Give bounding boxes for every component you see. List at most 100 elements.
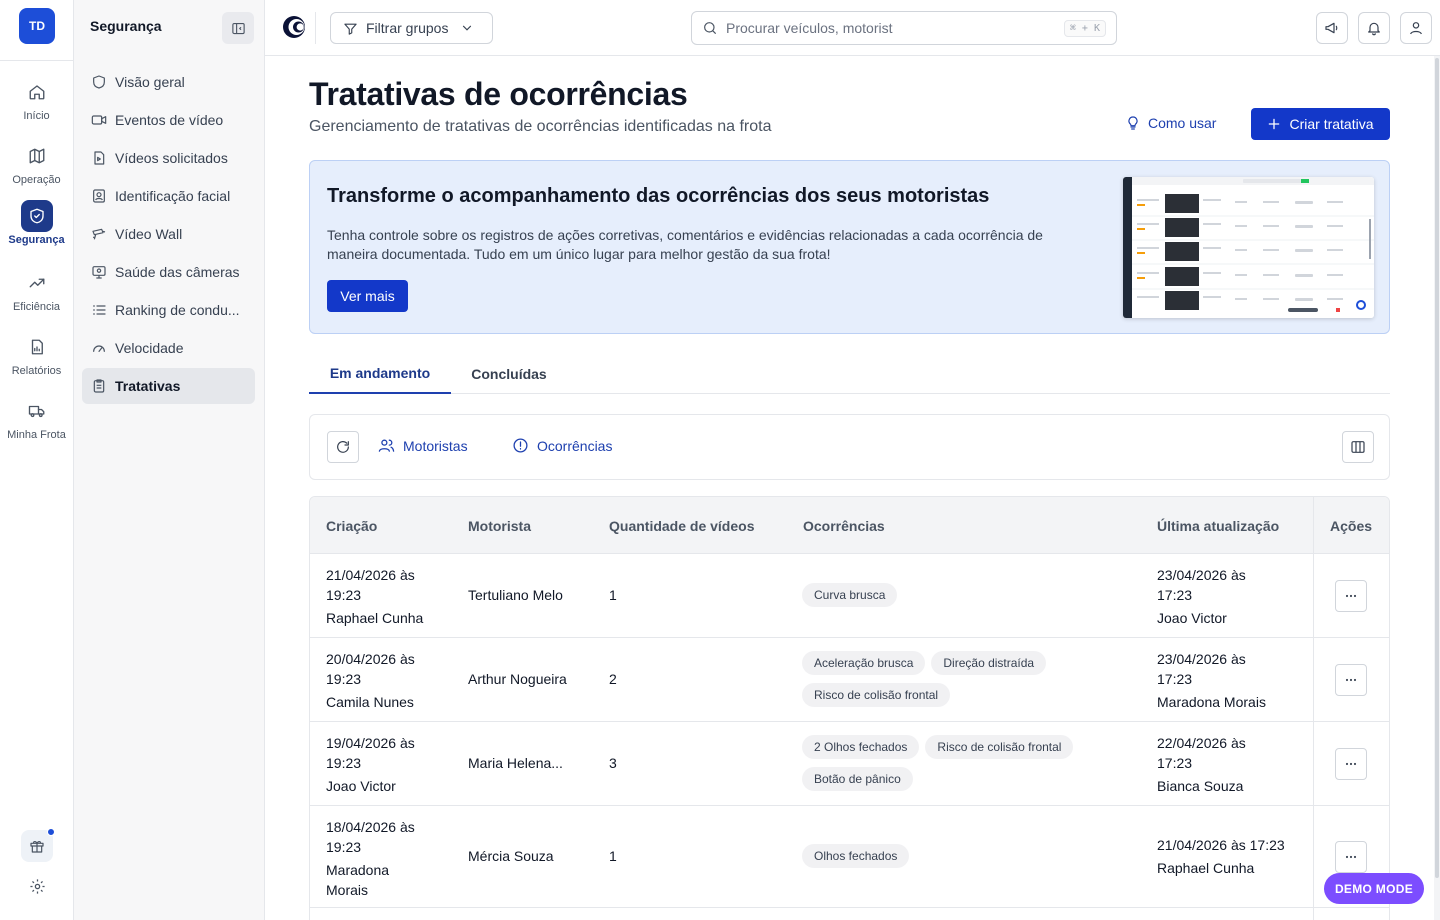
updated-by: Raphael Cunha [1157, 860, 1255, 876]
rail-item-label: Eficiência [12, 301, 61, 313]
global-search[interactable]: ⌘ + K [691, 11, 1117, 45]
filter-groups-label: Filtrar grupos [366, 20, 449, 36]
row-actions-button[interactable] [1335, 664, 1367, 696]
rail-item-inicio[interactable]: Início [0, 76, 73, 132]
sidebar-item-label: Eventos de vídeo [115, 112, 224, 128]
created-by: Joao Victor [326, 778, 396, 794]
created-time: 19:23 [326, 755, 362, 771]
sidebar-item-videos-solicitados[interactable]: Vídeos solicitados [82, 140, 255, 176]
table-row[interactable]: 21/04/2026 às 19:23 Raphael Cunha Tertul… [310, 554, 1389, 638]
filter-groups-button[interactable]: Filtrar grupos [330, 12, 493, 44]
occurrence-chip: Olhos fechados [802, 844, 910, 868]
drivers-filter-label: Motoristas [403, 437, 468, 454]
table-row[interactable]: 19/04/2026 às 19:23 Joao Victor Maria He… [310, 722, 1389, 806]
created-date: 21/04/2026 às [326, 567, 415, 583]
plus-icon [1269, 118, 1280, 130]
driver-cell: Tertuliano Melo [468, 587, 563, 603]
drivers-filter-link[interactable]: Motoristas [378, 437, 468, 454]
updated-date: 23/04/2026 às [1157, 567, 1246, 583]
table-row[interactable]: 18/04/2026 às 19:23 Maradona Morais Mérc… [310, 806, 1389, 908]
demo-mode-badge[interactable]: DEMO MODE [1324, 873, 1424, 904]
column-header-videos[interactable]: Quantidade de vídeos [609, 497, 754, 554]
driver-cell: Mércia Souza [468, 848, 554, 864]
rail-item-label: Minha Frota [7, 429, 66, 441]
account-avatar[interactable]: TD [19, 8, 55, 44]
create-treatment-button[interactable]: Criar tratativa [1251, 108, 1390, 140]
column-header-created[interactable]: Criação [326, 497, 377, 554]
row-actions-button[interactable] [1335, 841, 1367, 873]
driver-cell: Arthur Nogueira [468, 671, 567, 687]
created-by: Maradona [326, 862, 390, 878]
collapse-sidebar-button[interactable] [222, 12, 254, 44]
occurrence-chip: Botão de pânico [802, 767, 913, 791]
row-actions-button[interactable] [1335, 580, 1367, 612]
created-date: 20/04/2026 às [326, 651, 415, 667]
created-by-continued: Morais [326, 882, 369, 898]
rail-item-label: Relatórios [11, 365, 62, 377]
sidebar-item-tratativas[interactable]: Tratativas [82, 368, 255, 404]
column-header-driver[interactable]: Motorista [468, 497, 531, 554]
company-logo[interactable] [281, 14, 307, 40]
sidebar-collapse-icon [231, 22, 245, 34]
updated-by: Maradona Morais [1157, 694, 1266, 710]
occurrences-filter-label: Ocorrências [537, 437, 613, 454]
sidebar-item-saude-cameras[interactable]: Saúde das câmeras [82, 254, 255, 290]
column-header-updated[interactable]: Última atualização [1157, 497, 1279, 554]
list-icon [93, 305, 106, 315]
row-actions-button[interactable] [1335, 748, 1367, 780]
top-bar: Filtrar grupos ⌘ + K [265, 0, 1440, 56]
rail-item-relatorios[interactable]: Relatórios [0, 331, 73, 387]
updated-cell: 23/04/2026 às 17:23 Maradona Morais [1157, 649, 1266, 712]
page-scrollbar[interactable] [1435, 58, 1439, 878]
tab-concluidas[interactable]: Concluídas [451, 354, 567, 394]
sidebar-item-label: Saúde das câmeras [115, 264, 240, 280]
created-by: Raphael Cunha [326, 610, 424, 626]
rail-item-minha-frota[interactable]: Minha Frota [0, 395, 73, 451]
updated-time: 17:23 [1157, 755, 1193, 771]
profile-button[interactable] [1400, 12, 1432, 44]
how-to-use-link[interactable]: Como usar [1125, 115, 1216, 131]
rail-item-seguranca[interactable]: Segurança [0, 200, 73, 256]
sidebar-item-visao-geral[interactable]: Visão geral [82, 64, 255, 100]
banner-text: Tenha controle sobre os registros de açõ… [327, 227, 1043, 262]
sidebar-item-identificacao-facial[interactable]: Identificação facial [82, 178, 255, 214]
refresh-button[interactable] [327, 431, 359, 463]
user-icon [1410, 22, 1422, 35]
occurrences-filter-link[interactable]: Ocorrências [512, 437, 612, 454]
columns-icon [1351, 441, 1365, 453]
logo-icon [283, 16, 305, 38]
see-more-button[interactable]: Ver mais [327, 280, 408, 312]
updated-cell: 22/04/2026 às 17:23 Bianca Souza [1157, 733, 1246, 796]
sidebar-item-label: Vídeo Wall [115, 226, 183, 242]
search-shortcut-hint: ⌘ + K [1063, 19, 1106, 37]
videos-count-cell: 1 [609, 848, 617, 864]
created-cell: 21/04/2026 às 19:23 Raphael Cunha [326, 565, 423, 628]
occurrence-chip: Curva brusca [802, 583, 898, 607]
sidebar-item-video-wall[interactable]: Vídeo Wall [82, 216, 255, 252]
updated-cell: 23/04/2026 às 17:23 Joao Victor [1157, 565, 1246, 628]
occurrences-cell: Aceleração brusca Direção distraída Risc… [802, 651, 1132, 707]
rail-item-operacao[interactable]: Operação [0, 140, 73, 196]
updated-date: 23/04/2026 às [1157, 651, 1246, 667]
announcements-button[interactable] [1316, 12, 1348, 44]
sidebar-item-ranking[interactable]: Ranking de condu... [82, 292, 255, 328]
more-horizontal-icon [1345, 762, 1357, 766]
updated-date: 22/04/2026 às [1157, 735, 1246, 751]
alert-circle-icon [513, 438, 528, 453]
videos-count-cell: 3 [609, 755, 617, 771]
columns-toggle-button[interactable] [1342, 431, 1374, 463]
settings-button[interactable] [21, 870, 53, 902]
notifications-button[interactable] [1358, 12, 1390, 44]
column-header-occurrences[interactable]: Ocorrências [803, 497, 885, 554]
notification-dot [47, 828, 55, 836]
page-subtitle: Gerenciamento de tratativas de ocorrênci… [309, 118, 772, 135]
search-input[interactable] [726, 20, 1056, 36]
home-icon [21, 76, 53, 108]
table-row[interactable]: 20/04/2026 às 19:23 Camila Nunes Arthur … [310, 638, 1389, 722]
gift-button[interactable] [21, 828, 55, 862]
sidebar-item-eventos-video[interactable]: Eventos de vídeo [82, 102, 255, 138]
tab-em-andamento[interactable]: Em andamento [309, 354, 451, 394]
rail-item-eficiencia[interactable]: Eficiência [0, 267, 73, 323]
sidebar-item-velocidade[interactable]: Velocidade [82, 330, 255, 366]
megaphone-icon [1325, 22, 1338, 34]
